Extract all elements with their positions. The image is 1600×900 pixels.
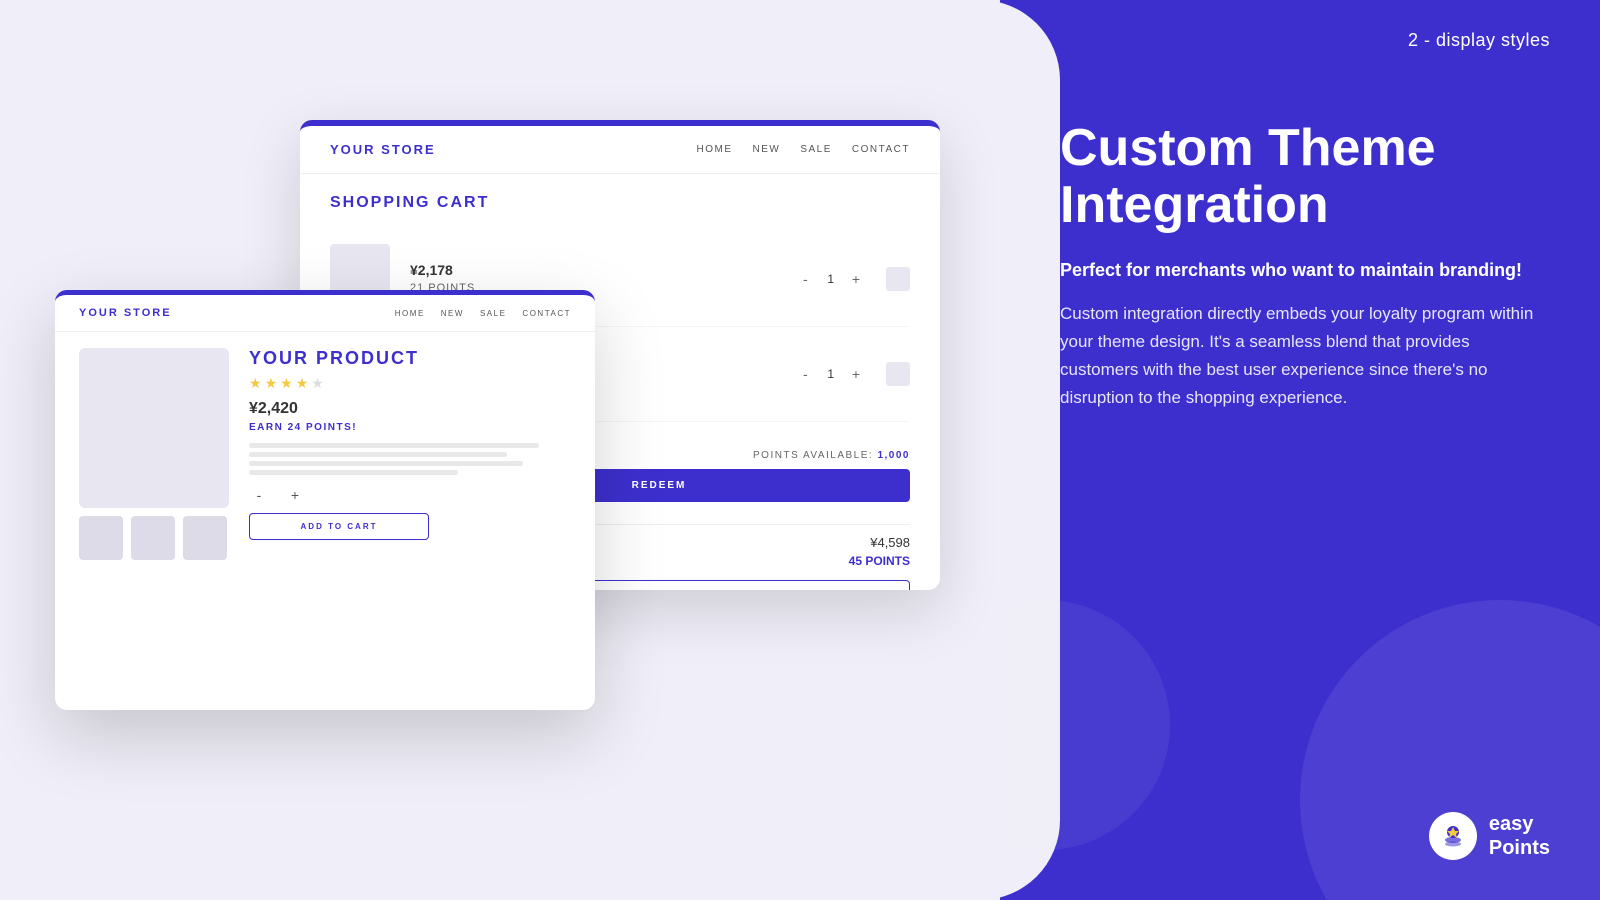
cart-item-1-minus[interactable]: - [795, 271, 815, 287]
product-mockup-screen: YOUR STORE HOME NEW SALE CONTACT YOUR PR… [55, 290, 595, 710]
right-content: Custom Theme Integration Perfect for mer… [1060, 120, 1550, 412]
cart-item-2-val: 1 [827, 367, 834, 381]
logo-text: easy Points [1489, 812, 1550, 860]
product-nav-home: HOME [395, 309, 425, 318]
subtitle-text: Perfect for merchants who want to mainta… [1060, 258, 1550, 283]
star-3: ★ [280, 375, 293, 392]
product-thumb-1 [79, 516, 123, 560]
product-description-lines [249, 443, 571, 475]
cart-nav-home: HOME [696, 144, 732, 155]
subtotal-value: ¥4,598 [870, 535, 910, 550]
star-2: ★ [265, 375, 278, 392]
star-1: ★ [249, 375, 262, 392]
product-thumb-2 [131, 516, 175, 560]
points-available-value: 1,000 [877, 450, 910, 461]
easy-points-logo: easy Points [1429, 812, 1550, 860]
product-main-image [79, 348, 229, 508]
product-title: YOUR PRODUCT [249, 348, 571, 369]
product-earn-points: EARN 24 POINTS! [249, 422, 571, 433]
cart-delete-icon-2 [886, 362, 910, 386]
product-content: YOUR PRODUCT ★ ★ ★ ★ ★ ¥2,420 EARN 24 PO… [55, 332, 595, 576]
cart-delete-icon-1 [886, 267, 910, 291]
cart-item-2-qty: - 1 + [795, 366, 866, 382]
cart-nav-new: NEW [752, 144, 780, 155]
logo-icon [1429, 812, 1477, 860]
display-styles-label: 2 - display styles [1408, 30, 1550, 51]
curve-divider [1000, 0, 1060, 900]
cart-item-1-qty: - 1 + [795, 271, 866, 287]
product-nav: YOUR STORE HOME NEW SALE CONTACT [55, 295, 595, 332]
cart-item-2-plus[interactable]: + [846, 366, 866, 382]
cart-item-1-plus[interactable]: + [846, 271, 866, 287]
main-title: Custom Theme Integration [1060, 120, 1550, 234]
product-nav-sale: SALE [480, 309, 506, 318]
earn-value: 45 POINTS [849, 554, 910, 568]
logo-line2: Points [1489, 836, 1550, 860]
product-store-name: YOUR STORE [79, 307, 172, 319]
cart-nav-sale: SALE [800, 144, 832, 155]
logo-svg [1439, 822, 1467, 850]
points-available-text: POINTS AVAILABLE: [753, 450, 873, 461]
star-4: ★ [296, 375, 309, 392]
desc-line-4 [249, 470, 458, 475]
product-thumb-row [79, 516, 229, 560]
right-panel: 2 - display styles Custom Theme Integrat… [1000, 0, 1600, 900]
product-qty-minus[interactable]: - [249, 487, 269, 503]
product-stars: ★ ★ ★ ★ ★ [249, 375, 571, 392]
cart-nav-links: HOME NEW SALE CONTACT [696, 144, 910, 155]
cart-item-2-minus[interactable]: - [795, 366, 815, 382]
cart-nav: YOUR STORE HOME NEW SALE CONTACT [300, 126, 940, 174]
logo-line1: easy [1489, 812, 1550, 836]
product-nav-contact: CONTACT [522, 309, 571, 318]
desc-line-2 [249, 452, 507, 457]
product-nav-new: NEW [441, 309, 464, 318]
product-price: ¥2,420 [249, 400, 571, 418]
description-text: Custom integration directly embeds your … [1060, 300, 1550, 412]
cart-title: SHOPPING CART [330, 194, 910, 212]
product-images [79, 348, 229, 560]
product-qty-row: - + [249, 487, 571, 503]
desc-line-3 [249, 461, 523, 466]
cart-item-1-price: ¥2,178 [410, 262, 775, 278]
product-details: YOUR PRODUCT ★ ★ ★ ★ ★ ¥2,420 EARN 24 PO… [249, 348, 571, 560]
cart-item-1-val: 1 [827, 272, 834, 286]
desc-line-1 [249, 443, 539, 448]
left-panel: YOUR STORE HOME NEW SALE CONTACT SHOPPIN… [0, 0, 1000, 900]
product-qty-plus[interactable]: + [285, 487, 305, 503]
add-to-cart-button[interactable]: ADD TO CART [249, 513, 429, 540]
product-thumb-3 [183, 516, 227, 560]
product-nav-links: HOME NEW SALE CONTACT [395, 309, 571, 318]
cart-nav-contact: CONTACT [852, 144, 910, 155]
cart-store-name: YOUR STORE [330, 142, 436, 157]
star-5: ★ [311, 375, 324, 392]
